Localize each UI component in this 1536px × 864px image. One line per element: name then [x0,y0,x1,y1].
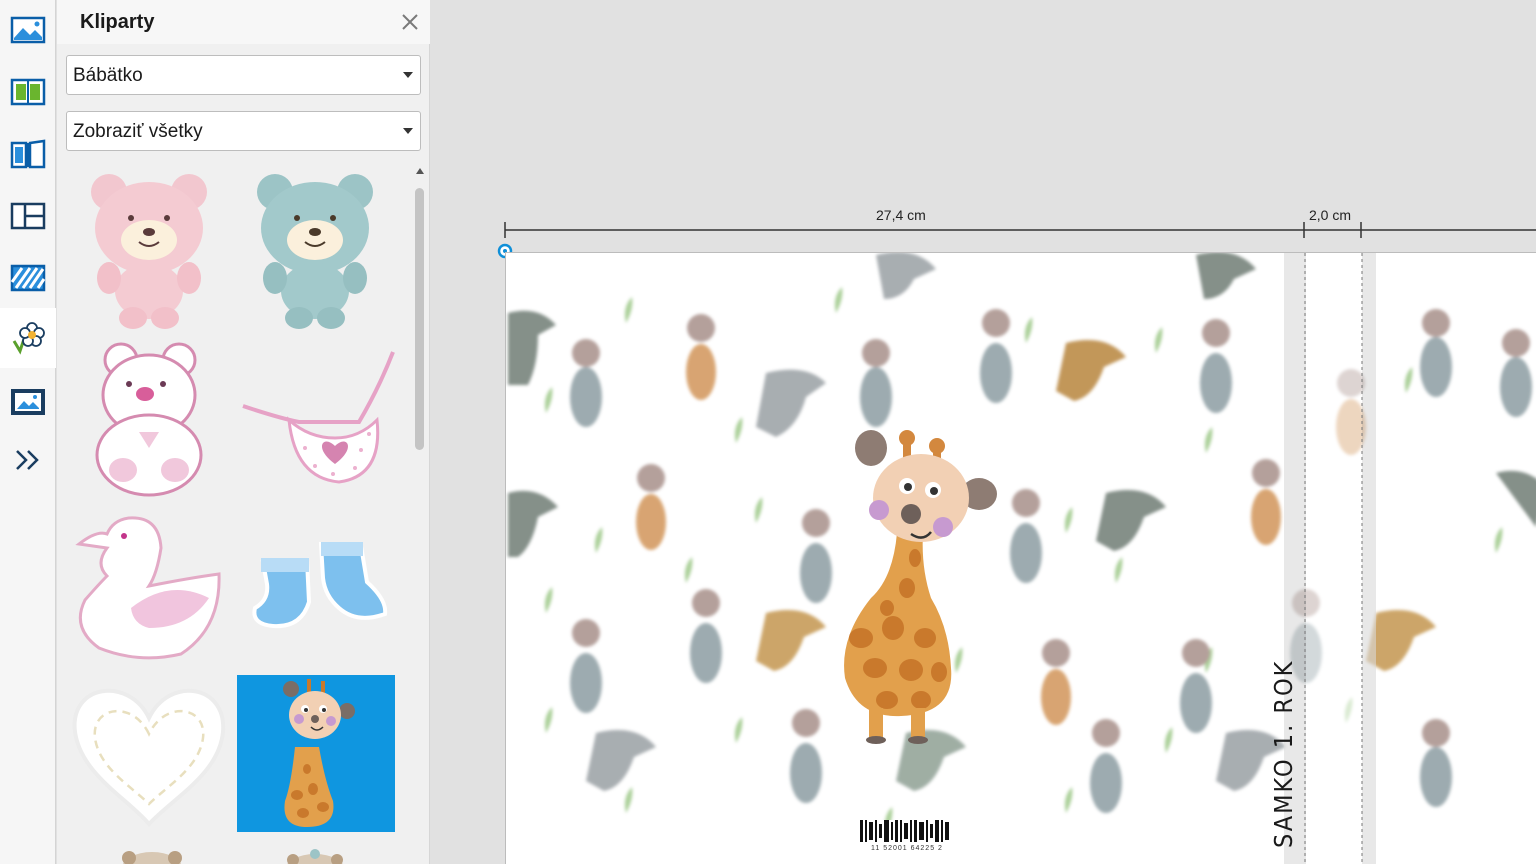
rail-layouts-button[interactable] [0,62,56,122]
front-width-label: 27,4 cm [876,207,926,223]
duck-icon [75,516,221,660]
category-select-value: Bábätko [73,65,143,86]
clipart-plush-teddy-bear[interactable] [79,340,219,500]
bib-icon [242,351,395,484]
category-select[interactable]: Bábätko [66,55,421,95]
clipart-rubber-duck[interactable] [69,508,229,663]
flower-icon [12,322,45,355]
spine-title[interactable]: SAMKO 1. ROK [1269,660,1298,848]
clipart-scrollbar[interactable] [412,158,428,864]
rail-patterns-button[interactable] [0,248,56,308]
heart-icon [72,688,226,828]
filter-select-value: Zobraziť všetky [73,121,203,142]
panel-header: Kliparty [57,0,430,44]
grid-layout-icon [10,202,46,230]
book-cover-page[interactable] [505,252,1536,864]
rail-cliparts-button[interactable] [0,308,56,368]
filter-select[interactable]: Zobraziť všetky [66,111,421,151]
plush-bear-icon [95,342,203,497]
clipart-partial-bear[interactable] [117,846,187,864]
clipart-giraffe[interactable] [237,675,395,832]
clipart-blue-teddy-bear[interactable] [245,166,385,331]
dropdown-arrow-icon [403,72,413,78]
photo-landscape-icon [10,16,46,44]
double-chevron-right-icon [16,450,39,470]
cliparts-panel: Kliparty Bábätko Zobraziť všetky [57,0,430,864]
animal-icon [287,849,343,864]
pink-bear-icon [91,174,207,329]
rail-page-layouts-button[interactable] [0,186,56,246]
clipart-partial-animal[interactable] [275,846,355,864]
scroll-thumb[interactable] [415,188,424,450]
close-icon[interactable] [399,11,421,33]
rail-cover-button[interactable] [0,124,56,184]
clipart-stitched-heart[interactable] [69,678,229,828]
dimension-ruler [504,222,1536,238]
spine-width-label: 2,0 cm [1309,207,1352,223]
book-cover-icon [10,139,46,169]
giraffe-icon [283,679,355,827]
blue-bear-icon [257,174,373,329]
design-canvas[interactable]: 27,4 cm 2,0 cm SAMKO 1. ROK [431,0,1536,864]
bear-icon [122,851,182,864]
rail-frames-button[interactable] [0,372,56,432]
clipart-baby-socks[interactable] [237,538,397,633]
clipart-grid [57,158,412,864]
clipart-baby-bib[interactable] [239,348,399,488]
tool-rail [0,0,56,864]
clipart-pink-teddy-bear[interactable] [79,166,219,331]
barcode-number: 11 52001 64225 2 [871,845,943,852]
book-pages-icon [10,78,46,106]
framed-picture-icon [11,389,45,415]
dropdown-arrow-icon [403,128,413,134]
striped-pattern-icon [10,264,46,292]
socks-icon [252,541,388,629]
panel-title: Kliparty [80,11,155,33]
barcode [860,820,950,842]
rail-more-button[interactable] [0,430,56,490]
cover-pattern [508,253,1536,864]
scroll-up-arrow-icon[interactable] [416,168,424,174]
rail-backgrounds-button[interactable] [0,0,56,60]
